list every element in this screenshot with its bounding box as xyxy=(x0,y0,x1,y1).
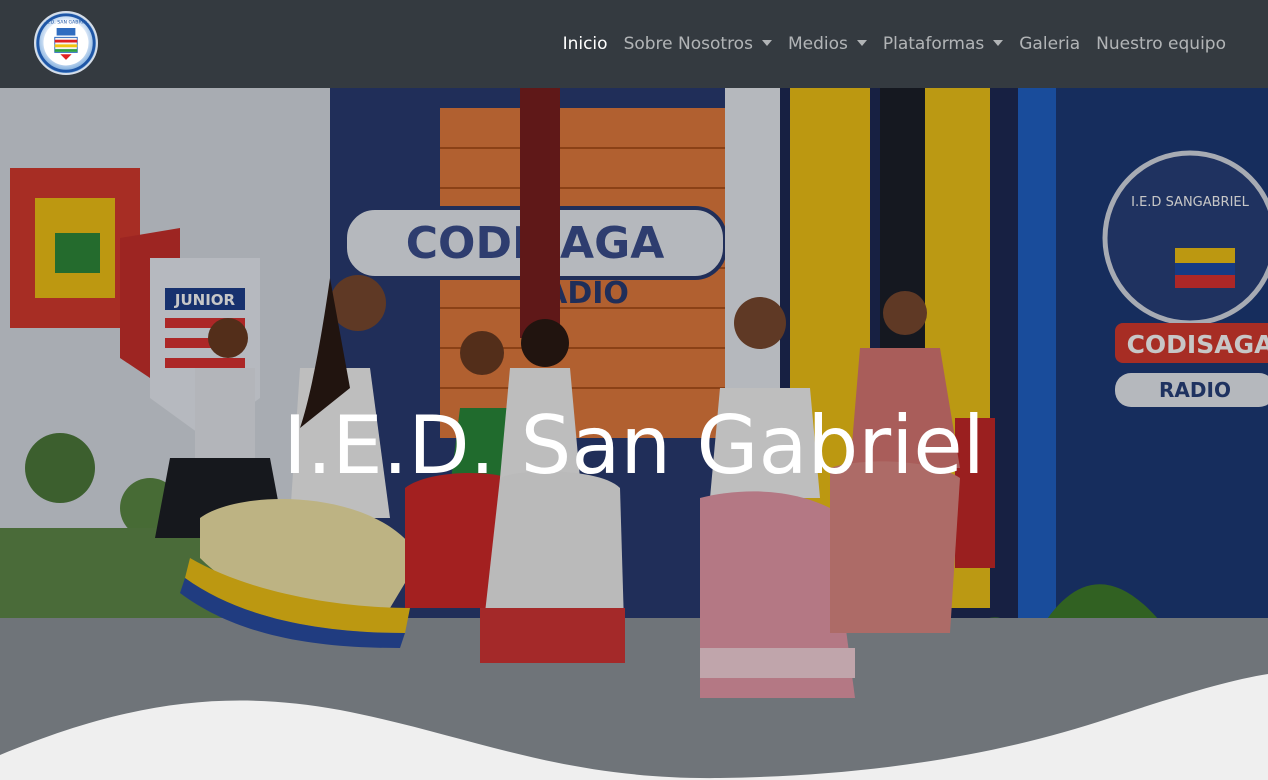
nav-sobre-nosotros[interactable]: Sobre Nosotros xyxy=(616,34,780,54)
nav-plataformas[interactable]: Plataformas xyxy=(875,34,1011,54)
nav-inicio[interactable]: Inicio xyxy=(555,34,616,54)
school-crest-icon: I.E.D. SAN GABRIEL xyxy=(36,13,96,73)
nav-medios[interactable]: Medios xyxy=(780,34,875,54)
caret-down-icon xyxy=(761,40,772,46)
nav-label: Medios xyxy=(787,34,848,54)
hero-section: JUNIOR CODISAGA RADIO xyxy=(0,88,1268,780)
hero-title: I.E.D. San Gabriel xyxy=(283,399,985,492)
navbar: I.E.D. SAN GABRIEL Inicio Sobre Nosotros… xyxy=(0,0,1268,88)
logo-text: I.E.D. SAN GABRIEL xyxy=(43,19,89,25)
wave-divider-icon xyxy=(0,674,1268,780)
nav-nuestro-equipo[interactable]: Nuestro equipo xyxy=(1088,34,1234,54)
nav-galeria[interactable]: Galeria xyxy=(1011,34,1088,54)
caret-down-icon xyxy=(856,40,867,46)
main-nav: Inicio Sobre Nosotros Medios Plataformas… xyxy=(555,0,1234,88)
hero-bottom-wave xyxy=(0,640,1268,780)
nav-label: Sobre Nosotros xyxy=(623,34,753,54)
nav-label: Nuestro equipo xyxy=(1096,34,1226,54)
nav-label: Galeria xyxy=(1019,34,1081,54)
school-logo[interactable]: I.E.D. SAN GABRIEL xyxy=(34,11,98,75)
nav-label: Inicio xyxy=(562,34,608,54)
nav-label: Plataformas xyxy=(882,34,985,54)
caret-down-icon xyxy=(993,40,1004,46)
